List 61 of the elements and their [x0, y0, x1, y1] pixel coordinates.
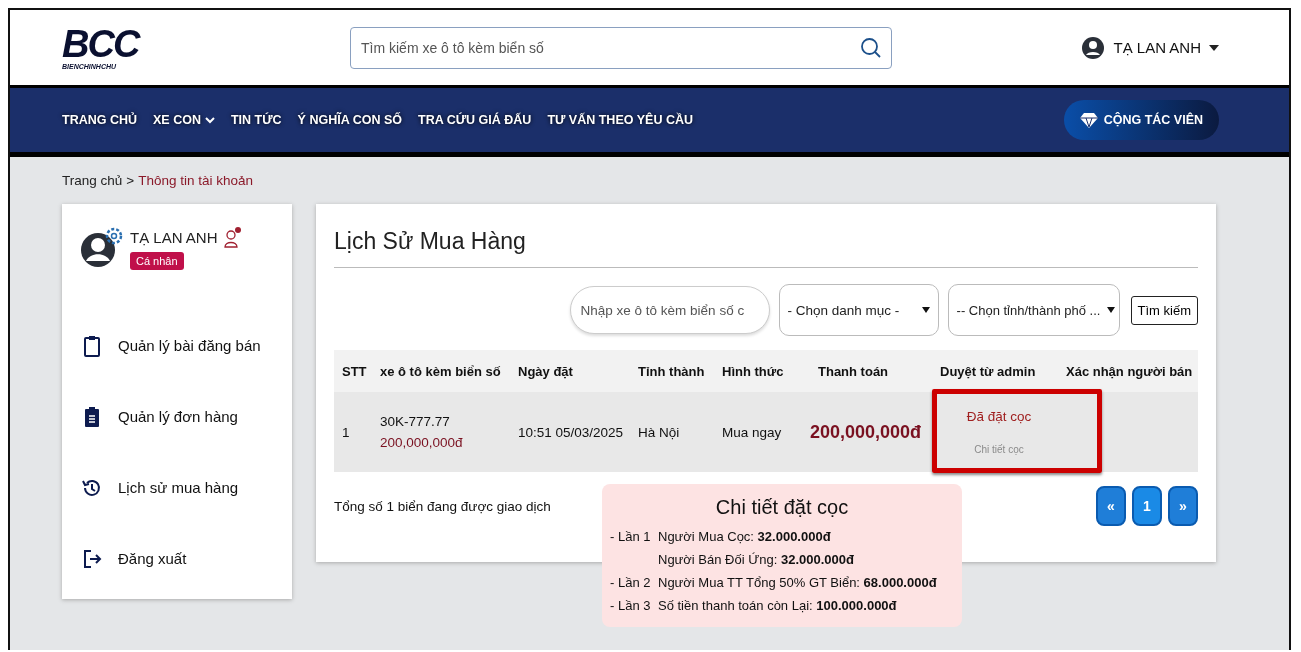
- logo-mark[interactable]: BCC: [62, 25, 152, 63]
- breadcrumb-separator: >: [126, 173, 135, 188]
- column-header: Thanh toán: [817, 363, 890, 379]
- sidebar-item[interactable]: Lịch sử mua hàng: [80, 452, 274, 523]
- table-cell-text: 10:51 05/03/2025: [517, 424, 625, 440]
- column-header: Hình thức: [721, 363, 785, 379]
- popup-title: Chi tiết đặt cọc: [714, 496, 850, 519]
- column-header: Duyệt từ admin: [939, 363, 1037, 379]
- table-cell-text: 1: [341, 424, 351, 440]
- breadcrumb-link[interactable]: Trang chủ: [62, 173, 123, 188]
- profile-name: TẠ LAN ANH: [130, 228, 218, 246]
- search-icon[interactable]: [860, 36, 882, 59]
- search-field[interactable]: Tìm kiếm xe ô tô kèm biển số: [350, 26, 892, 69]
- search-button[interactable]: Tìm kiếm: [1130, 295, 1198, 325]
- step-label: - Lần 2: [610, 574, 652, 592]
- sidebar-item[interactable]: Quản lý bài đăng bán: [80, 310, 274, 381]
- account-type-badge: Cá nhân: [130, 252, 184, 270]
- step-label: - Lần 3: [610, 597, 652, 615]
- diamond-icon: [1079, 112, 1098, 128]
- page-button[interactable]: 1: [1132, 486, 1162, 526]
- column-header: STT: [341, 363, 368, 379]
- summary-text: Tổng số 1 biển đang được giao dịch: [334, 498, 551, 514]
- nav-link[interactable]: TƯ VẤN THEO YÊU CẦU: [547, 113, 693, 127]
- deposit-line: Số tiền thanh toán còn Lại: 100.000.000đ: [658, 597, 897, 615]
- search-field[interactable]: Nhập xe ô tô kèm biển số c: [569, 286, 770, 334]
- user-avatar-icon: [80, 226, 124, 270]
- breadcrumb-current: Thông tin tài khoản: [138, 173, 254, 188]
- partner-button[interactable]: CỘNG TÁC VIÊN: [1063, 100, 1219, 140]
- nav-link[interactable]: TIN TỨC: [230, 113, 282, 127]
- page-button[interactable]: «: [1096, 486, 1126, 526]
- step-label: - Lần 1: [610, 528, 652, 546]
- category-dropdown[interactable]: - Chọn danh mục -: [778, 284, 939, 336]
- nav-link[interactable]: Ý NGHĨA CON SỐ: [297, 113, 402, 127]
- nav-link[interactable]: TRANG CHỦ: [62, 113, 137, 127]
- user-settings-icon[interactable]: [223, 226, 242, 248]
- table-cell-text: Hà Nội: [637, 424, 681, 440]
- column-header: Ngày đặt: [517, 363, 574, 379]
- column-header: Tỉnh thành: [637, 363, 706, 379]
- status-text: Đã đặt cọc: [966, 409, 1032, 424]
- user-name[interactable]: TẠ LAN ANH: [1113, 39, 1201, 56]
- plate-price: 200,000,000đ: [380, 435, 464, 450]
- page-title: Lịch Sử Mua Hàng: [334, 228, 1198, 268]
- table-cell-text: Mua ngay: [721, 424, 783, 440]
- deposit-line: Người Bán Đối Ứng: 32.000.000đ: [658, 551, 854, 569]
- page-button[interactable]: »: [1168, 486, 1198, 526]
- nav-link[interactable]: XE CON: [153, 113, 215, 127]
- caret-icon[interactable]: [1209, 44, 1219, 51]
- deposit-line: Người Mua Cọc: 32.000.000đ: [658, 528, 831, 546]
- sidebar-item[interactable]: Quản lý đơn hàng: [80, 381, 274, 452]
- chevron-down-icon[interactable]: [204, 116, 215, 124]
- payment-amount: 200,000,000đ: [810, 421, 923, 443]
- caret-icon: [921, 307, 930, 313]
- user-avatar-icon[interactable]: [1081, 35, 1106, 60]
- nav-link[interactable]: TRA CỨU GIÁ ĐẤU: [418, 113, 532, 127]
- plate-number: 30K-777.77: [380, 414, 451, 429]
- deposit-line: Người Mua TT Tổng 50% GT Biển: 68.000.000đ: [658, 574, 937, 592]
- province-dropdown[interactable]: -- Chọn tỉnh/thành phố ...: [947, 284, 1120, 336]
- caret-icon: [1106, 307, 1115, 313]
- column-header: xe ô tô kèm biển số: [379, 363, 502, 379]
- column-header: Xác nhận người bán: [1065, 363, 1194, 379]
- sidebar-item[interactable]: Đăng xuất: [80, 523, 274, 594]
